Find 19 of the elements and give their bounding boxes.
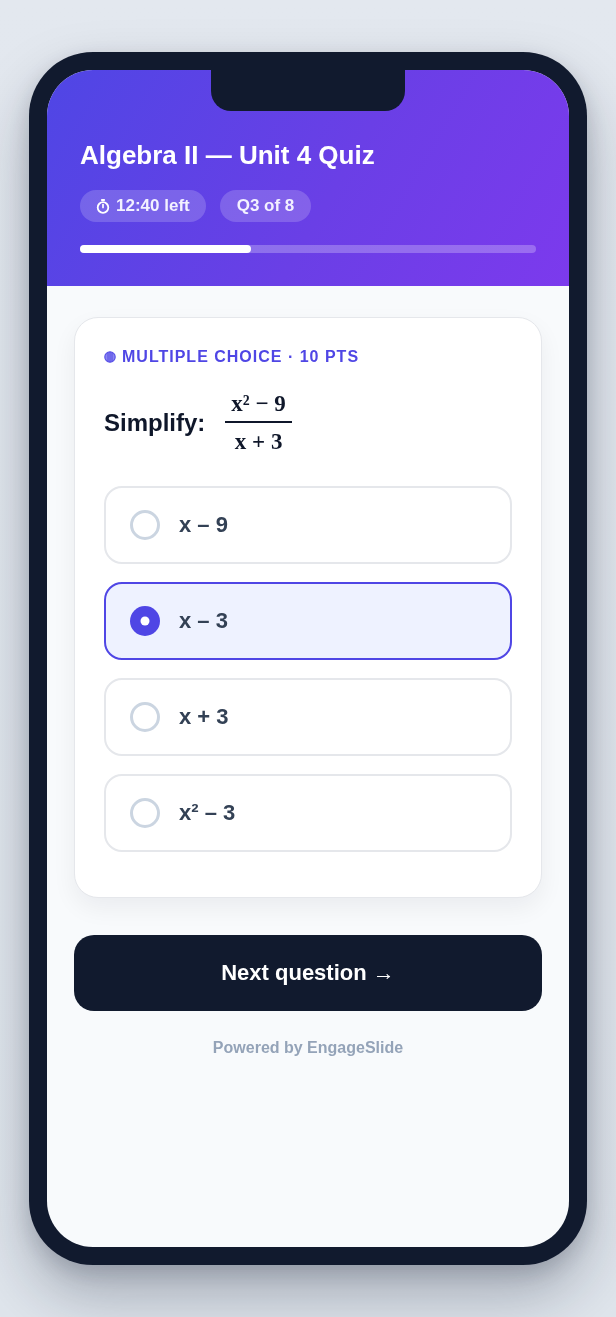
answer-option[interactable]: x + 3 [104,678,512,756]
answer-option[interactable]: x – 9 [104,486,512,564]
question-counter: Q3 of 8 [219,190,312,222]
fraction-numerator: x² − 9 [230,390,287,418]
answer-option[interactable]: x² – 3 [104,774,512,852]
next-question-button[interactable]: Next question → [74,935,542,1011]
fraction-denominator: x + 3 [233,428,284,456]
radio-icon [130,510,160,540]
question-type-label: MULTIPLE CHOICE · 10 PTS [122,348,360,366]
stopwatch-icon [96,198,110,214]
radio-icon [130,702,160,732]
time-remaining: 12:40 left [116,196,190,216]
quiz-title: Algebra II — Unit 4 Quiz [80,140,376,170]
striped-circle-icon [104,351,116,363]
powered-by-text: Powered by EngageSlide [211,1038,405,1058]
answer-option[interactable]: x – 3 [104,582,512,660]
radio-icon [130,798,160,828]
question-prompt: Simplify: [104,409,206,437]
radio-icon [130,606,160,636]
